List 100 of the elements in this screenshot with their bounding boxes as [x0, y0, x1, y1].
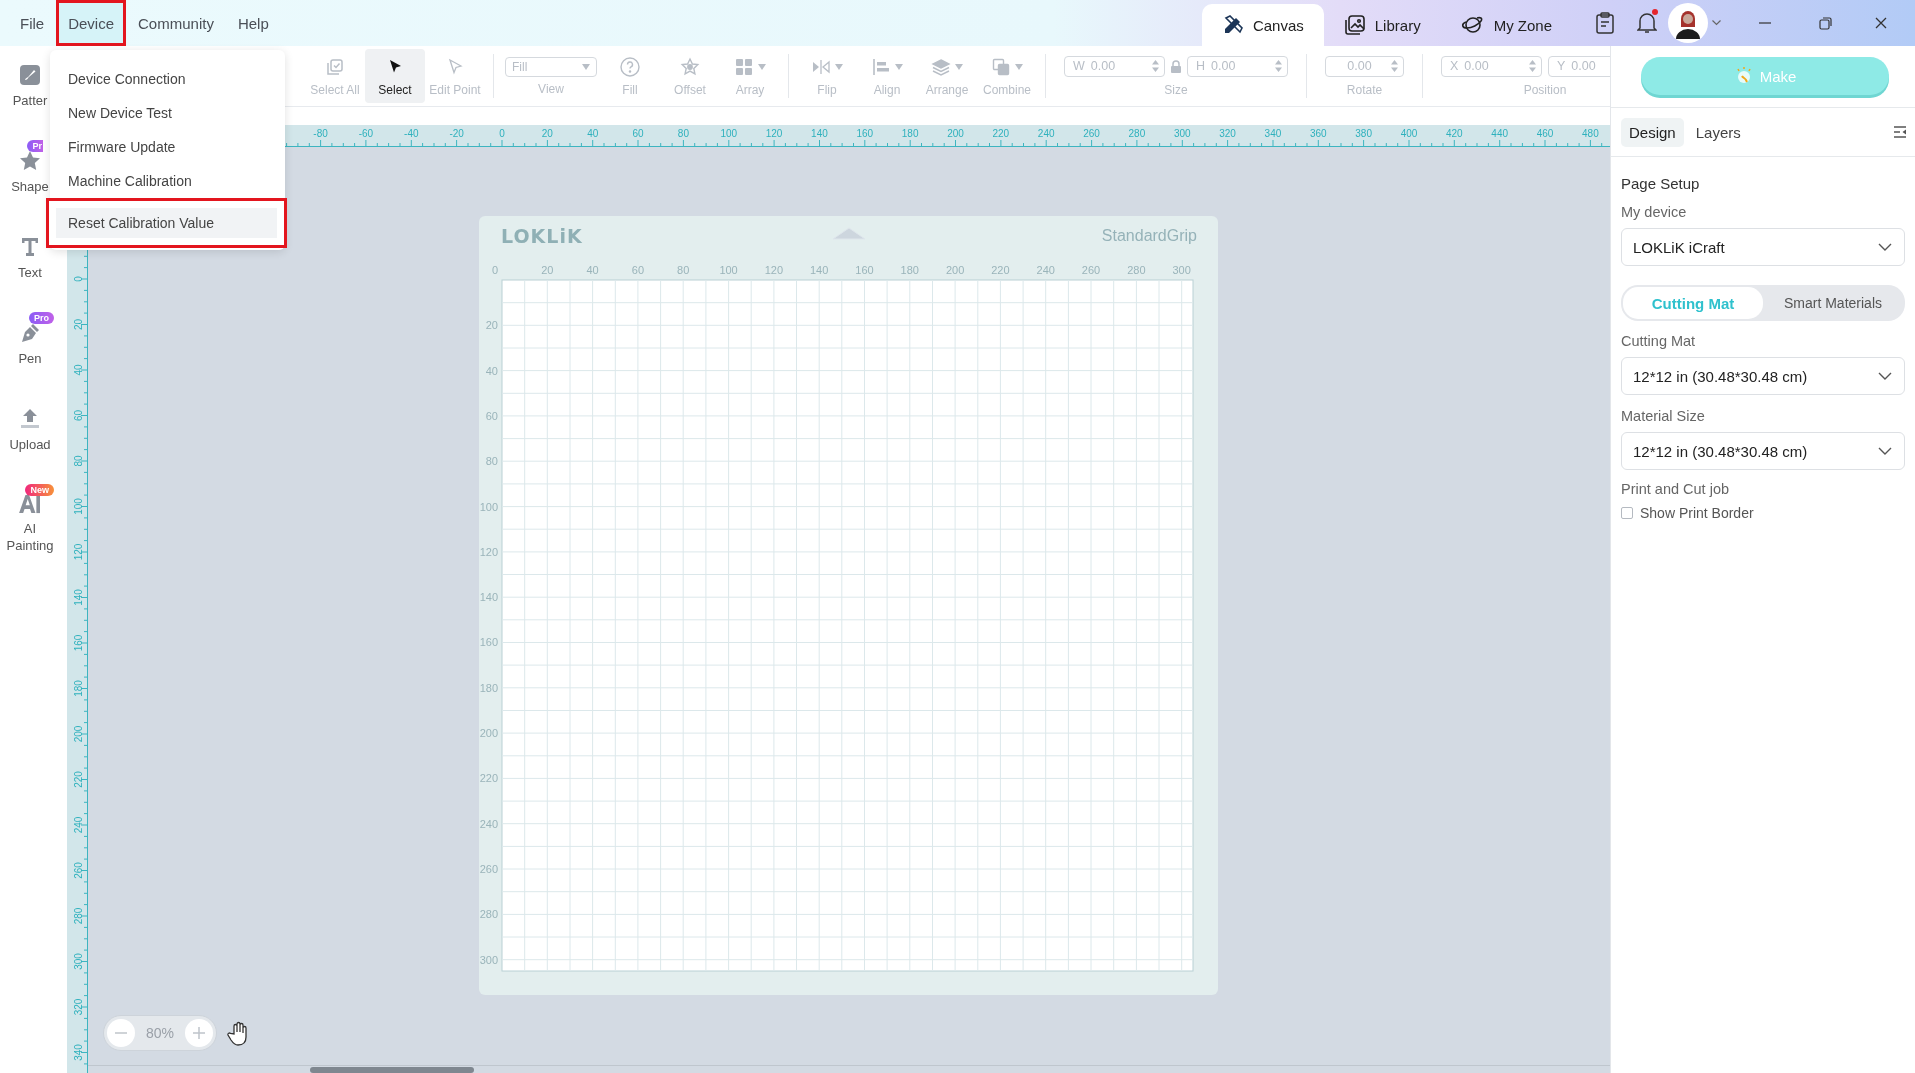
mat-ruler-label: 20 [485, 319, 498, 332]
grid-icon [734, 56, 754, 77]
field-label: Cutting Mat [1621, 333, 1697, 349]
ruler-label: 0 [72, 276, 84, 282]
combine-icon [991, 56, 1011, 77]
caret-icon [582, 63, 590, 70]
menu-item[interactable]: Device [56, 0, 127, 46]
ruler-label: 140 [811, 128, 828, 139]
upload-icon [19, 408, 41, 430]
ruler-label: 360 [1309, 128, 1327, 139]
select-all-icon [325, 56, 345, 77]
ruler-label: 40 [72, 364, 84, 376]
mat-ruler-label: 300 [1172, 264, 1191, 276]
group-label: Size [1164, 82, 1188, 97]
ruler-label: 160 [856, 128, 874, 139]
ruler-label: 220 [72, 771, 84, 788]
menu-item[interactable]: File [8, 0, 57, 46]
spinner-arrows-icon [1152, 60, 1159, 72]
ruler-label: 80 [677, 128, 689, 139]
field-label: Material Size [1621, 408, 1706, 424]
mat-ruler-label: 200 [945, 264, 965, 276]
mat-ruler-label: 120 [479, 545, 498, 558]
ruler-label: 320 [72, 998, 84, 1016]
mat-ruler-label: 140 [479, 591, 498, 604]
mat-ruler-label: 160 [479, 636, 498, 649]
feature-badge: New [25, 484, 54, 496]
ruler-label: 320 [1219, 128, 1236, 139]
close-icon[interactable] [1875, 17, 1887, 29]
restore-icon[interactable] [1818, 16, 1832, 30]
mat-ruler-label: 20 [541, 264, 554, 276]
minus-icon [115, 1032, 127, 1034]
layers-icon [931, 56, 951, 77]
sidebar-tool[interactable]: Upload [2, 408, 58, 468]
nav-tab[interactable]: Library [1323, 4, 1441, 46]
ruler-label: 100 [72, 498, 84, 515]
spinner-arrows-icon [1529, 60, 1536, 72]
nav-tab[interactable]: Canvas [1201, 4, 1324, 46]
ruler-label: 280 [72, 907, 84, 925]
sidebar-tool[interactable]: AI Painting [2, 494, 58, 554]
mat-ruler-label: 260 [1081, 264, 1101, 276]
size-select[interactable]: 12*12 in (30.48*30.48 cm) [1621, 357, 1905, 395]
tool-button[interactable]: Select [365, 49, 425, 103]
panel-tab[interactable]: Layers [1687, 117, 1749, 147]
mat-ruler-label: 80 [485, 455, 498, 468]
ruler-label: 120 [765, 128, 783, 139]
ruler-label: 240 [72, 816, 84, 834]
scrollbar-thumb[interactable] [310, 1067, 474, 1073]
pen-icon [19, 322, 41, 344]
ruler-label: -80 [313, 128, 328, 139]
brand-logo: LOKLiK [501, 225, 583, 247]
nav-tab[interactable]: My Zone [1440, 4, 1572, 46]
caret-icon [758, 63, 766, 70]
menu-item[interactable]: Help [225, 0, 281, 46]
chevron-down-icon[interactable] [1712, 20, 1721, 26]
field-label: Print and Cut job [1621, 481, 1730, 497]
menu-option[interactable]: Reset Calibration Value [46, 198, 287, 248]
ruler-label: 300 [1173, 128, 1191, 139]
sidebar-tool[interactable]: Pen [2, 322, 58, 382]
ruler-label: 200 [72, 725, 84, 743]
feature-badge: Pro [29, 312, 54, 324]
ruler-label: 400 [1400, 128, 1418, 139]
menu-item[interactable]: Community [126, 0, 226, 46]
caret-icon [1015, 63, 1023, 70]
panel-tab[interactable]: Design [1621, 117, 1684, 147]
ruler-label: 20 [72, 318, 84, 331]
chevron-down-icon [1878, 372, 1892, 380]
ruler-label: 0 [499, 128, 505, 139]
bell-icon[interactable] [1637, 12, 1657, 34]
mat-ruler-label: 80 [677, 264, 690, 276]
collapse-panel-icon[interactable] [1894, 126, 1907, 138]
avatar-icon[interactable] [1668, 3, 1708, 43]
ruler-label: 180 [72, 680, 84, 697]
ruler-label: 200 [947, 128, 964, 139]
clipboard-icon[interactable] [1596, 12, 1614, 34]
toggle-option[interactable]: Smart Materials [1763, 287, 1903, 319]
ruler-label: 120 [72, 543, 84, 561]
image-icon [1343, 14, 1366, 36]
mat-ruler-label: 140 [810, 264, 829, 276]
ruler-label: 60 [632, 128, 644, 139]
mat-ruler-label: 240 [479, 817, 498, 830]
device-select[interactable]: LOKLiK iCraft [1621, 228, 1905, 266]
caret-icon [955, 63, 963, 70]
size-select[interactable]: 12*12 in (30.48*30.48 cm) [1621, 432, 1905, 470]
mat-ruler-label: 300 [479, 953, 498, 966]
ruler-label: 420 [1446, 128, 1463, 139]
ruler-label: 160 [72, 634, 84, 652]
mat-ruler-label: 180 [479, 681, 498, 694]
ruler-label: 220 [992, 128, 1010, 139]
ruler-label: 260 [1083, 128, 1100, 139]
mat-ruler-label: 280 [479, 908, 498, 921]
ruler-label: 40 [587, 128, 599, 139]
chevron-down-icon [1878, 243, 1892, 251]
align-icon [871, 56, 891, 77]
mat-ruler-label: 100 [479, 500, 498, 513]
mat-ruler-label: 40 [485, 364, 498, 377]
star-icon [19, 150, 41, 172]
ruler-label: 20 [541, 128, 553, 139]
checkbox[interactable] [1621, 507, 1633, 519]
ruler-label: 100 [720, 128, 738, 139]
ruler-label: 340 [1264, 128, 1282, 139]
